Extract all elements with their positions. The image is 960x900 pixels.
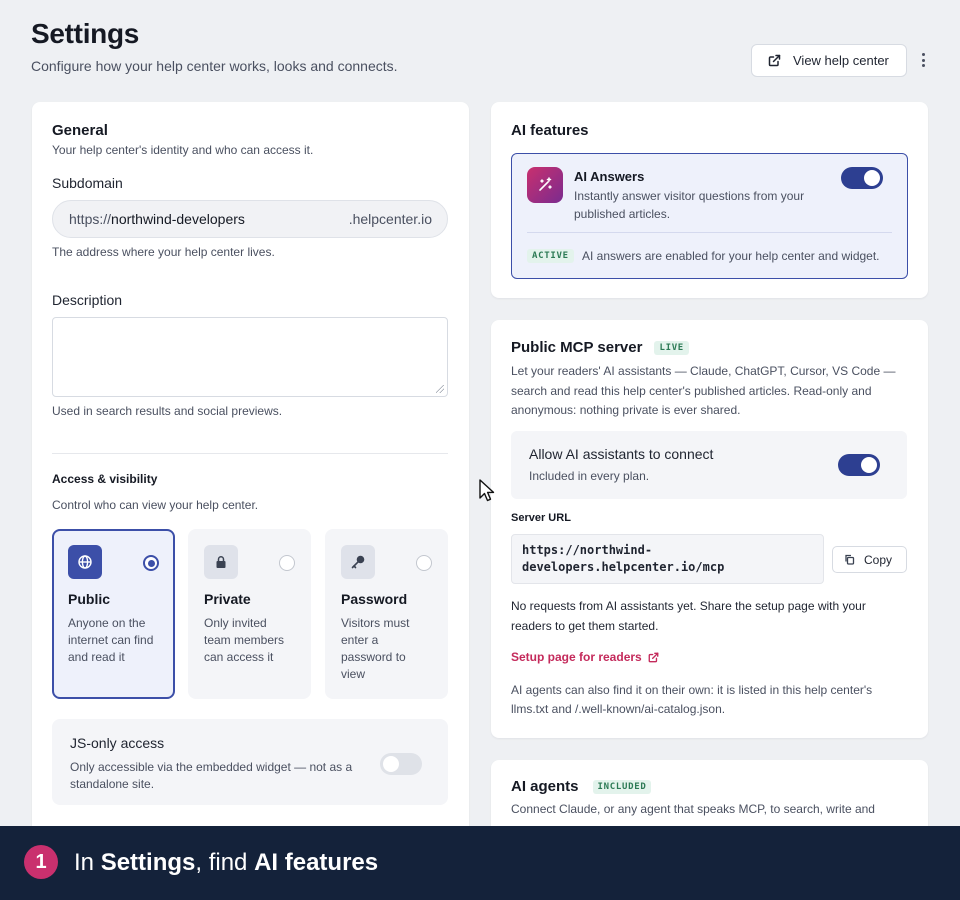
- subdomain-suffix: .helpcenter.io: [348, 211, 432, 227]
- agents-discovery-note: AI agents can also find it on their own:…: [511, 683, 873, 716]
- external-link-icon: [768, 54, 781, 67]
- js-only-description: Only accessible via the embedded widget …: [70, 760, 353, 791]
- description-label: Description: [52, 292, 123, 308]
- ai-answers-panel: AI Answers Instantly answer visitor ques…: [511, 153, 908, 279]
- access-title: Access & visibility: [52, 472, 158, 486]
- external-link-icon: [648, 652, 659, 662]
- page-subtitle: Configure how your help center works, lo…: [31, 58, 398, 74]
- description-help: Used in search results and social previe…: [52, 404, 283, 418]
- subdomain-value: northwind-developers: [111, 211, 245, 227]
- general-title: General: [52, 122, 108, 139]
- instruction-find: , find: [195, 849, 255, 876]
- allow-ai-assistants-toggle[interactable]: [838, 454, 880, 476]
- copy-icon: [845, 554, 855, 565]
- copy-label: Copy: [864, 552, 893, 567]
- mouse-cursor-icon: [479, 479, 495, 502]
- ai-answers-toggle[interactable]: [841, 167, 883, 189]
- subdomain-input[interactable]: https://northwind-developers .helpcenter…: [52, 200, 448, 238]
- key-icon: [341, 545, 375, 579]
- ai-agents-description: Connect Claude, or any agent that speaks…: [511, 802, 875, 816]
- ai-answers-title: AI Answers: [574, 169, 645, 184]
- ai-answers-description: Instantly answer visitor questions from …: [574, 189, 805, 221]
- section-divider: [52, 453, 448, 454]
- visibility-radio-password[interactable]: [416, 555, 432, 571]
- setup-page-link-label: Setup page for readers: [511, 650, 642, 664]
- lock-icon: [204, 545, 238, 579]
- resize-handle-icon[interactable]: [436, 385, 444, 393]
- ai-features-title: AI features: [511, 122, 589, 139]
- visibility-option-private[interactable]: Private Only invited team members can ac…: [188, 529, 311, 699]
- general-description: Your help center's identity and who can …: [52, 143, 314, 157]
- step-number-badge: 1: [24, 845, 58, 879]
- js-only-toggle[interactable]: [380, 753, 422, 775]
- globe-icon: [68, 545, 102, 579]
- description-textarea[interactable]: [52, 317, 448, 397]
- general-card: General Your help center's identity and …: [32, 102, 469, 826]
- page-title: Settings: [31, 18, 140, 49]
- visibility-radio-private[interactable]: [279, 555, 295, 571]
- instruction-target: AI features: [254, 849, 379, 876]
- no-requests-text: No requests from AI assistants yet. Shar…: [511, 599, 866, 633]
- subdomain-label: Subdomain: [52, 175, 123, 191]
- ai-agents-title: AI agents: [511, 778, 579, 795]
- js-only-title: JS-only access: [70, 735, 165, 751]
- magic-wand-icon: [527, 167, 563, 203]
- visibility-title-private: Private: [204, 591, 251, 607]
- settings-page: Settings Configure how your help center …: [0, 0, 960, 826]
- visibility-desc-private: Only invited team members can access it: [204, 616, 285, 664]
- ai-agents-card: AI agents INCLUDED Connect Claude, or an…: [491, 760, 928, 826]
- visibility-desc-public: Anyone on the internet can find and read…: [68, 616, 154, 664]
- mcp-server-card: Public MCP server LIVE Let your readers'…: [491, 320, 928, 738]
- mcp-title: Public MCP server: [511, 339, 643, 356]
- mcp-description: Let your readers' AI assistants — Claude…: [511, 364, 896, 417]
- access-description: Control who can view your help center.: [52, 498, 259, 512]
- instruction-in: In: [74, 849, 101, 876]
- more-options-icon[interactable]: [914, 50, 932, 70]
- subdomain-help: The address where your help center lives…: [52, 245, 275, 259]
- copy-button[interactable]: Copy: [832, 546, 907, 573]
- allow-title: Allow AI assistants to connect: [529, 446, 714, 462]
- ai-answers-separator: [527, 232, 892, 233]
- js-only-access-row: JS-only access Only accessible via the e…: [52, 719, 448, 805]
- visibility-desc-password: Visitors must enter a password to view: [341, 616, 410, 681]
- allow-ai-assistants-row: Allow AI assistants to connect Included …: [511, 431, 907, 499]
- ai-features-card: AI features AI Answers Instantly answer …: [491, 102, 928, 298]
- visibility-option-public[interactable]: Public Anyone on the internet can find a…: [52, 529, 175, 699]
- subdomain-prefix: https://: [69, 211, 112, 227]
- live-badge: LIVE: [654, 340, 689, 355]
- ai-answers-status-text: AI answers are enabled for your help cen…: [582, 249, 880, 263]
- view-help-center-button[interactable]: View help center: [751, 44, 907, 77]
- instruction-settings: Settings: [100, 849, 196, 876]
- instruction-text: In Settings, find AI features: [74, 849, 378, 877]
- status-badge: ACTIVE: [527, 249, 574, 263]
- visibility-title-password: Password: [341, 591, 408, 607]
- server-url-field[interactable]: https://northwind-developers.helpcenter.…: [511, 534, 824, 584]
- visibility-title-public: Public: [68, 591, 111, 607]
- visibility-radio-public[interactable]: [143, 555, 159, 571]
- server-url-label: Server URL: [511, 512, 571, 524]
- visibility-option-password[interactable]: Password Visitors must enter a password …: [325, 529, 448, 699]
- view-help-center-label: View help center: [793, 53, 889, 68]
- setup-page-link[interactable]: Setup page for readers: [511, 650, 659, 664]
- allow-description: Included in every plan.: [529, 469, 650, 483]
- included-badge: INCLUDED: [592, 779, 652, 794]
